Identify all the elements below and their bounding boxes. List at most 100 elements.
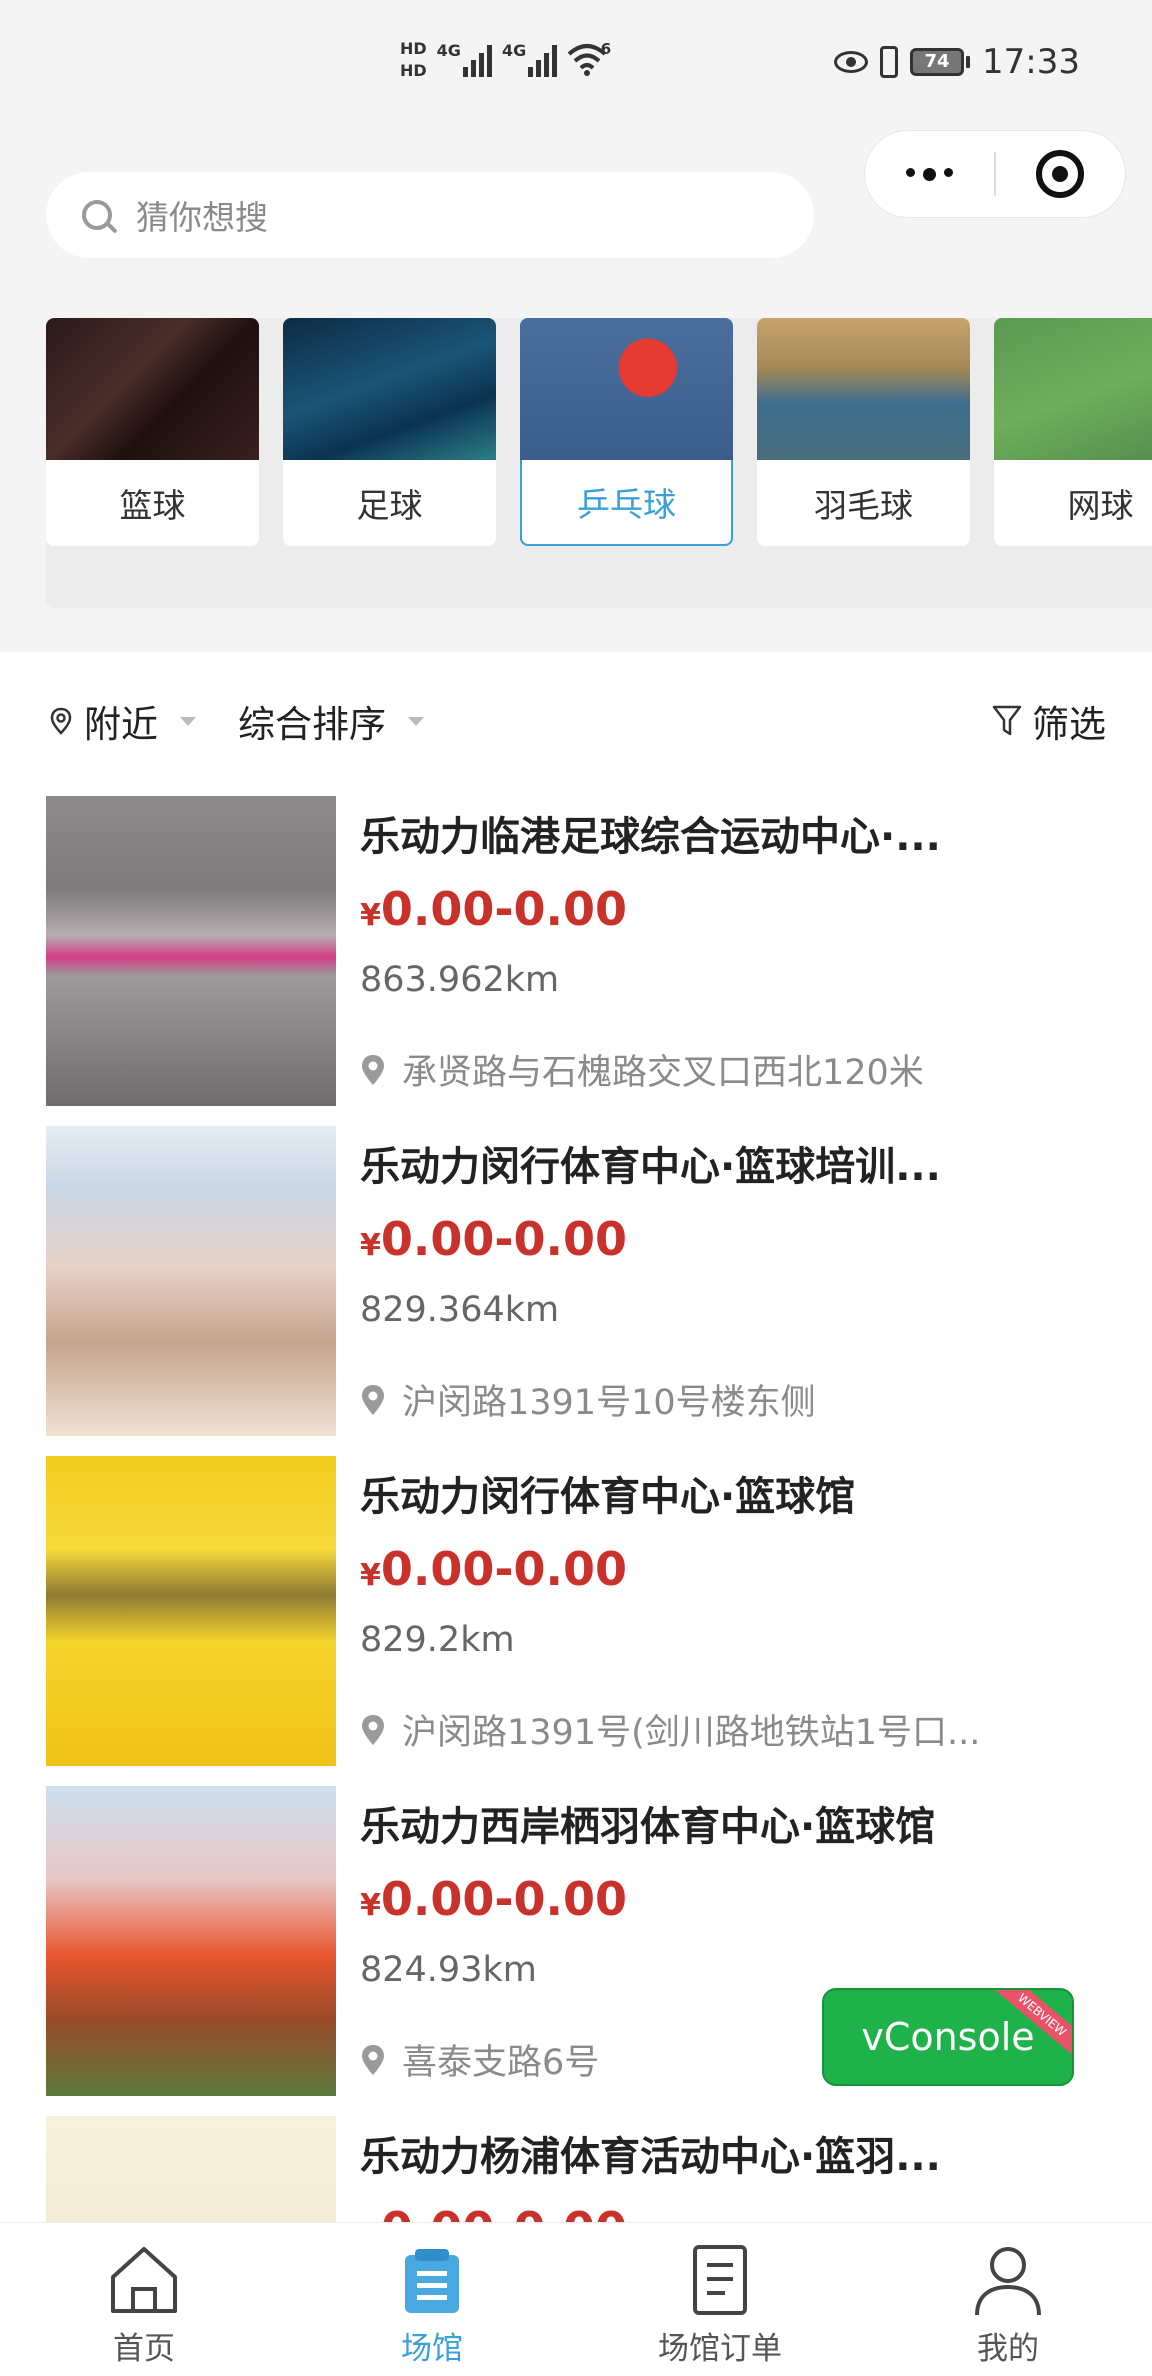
search-input[interactable]: 猜你想搜 xyxy=(46,172,814,258)
venue-thumbnail xyxy=(46,1786,336,2096)
venue-thumbnail xyxy=(46,796,336,1106)
category-badminton[interactable]: 羽毛球 xyxy=(757,318,970,546)
price-symbol: ¥ xyxy=(360,898,381,933)
venue-list-section: 附近 综合排序 筛选 乐动力临港足球综合运动中心·... ¥0.00-0.00 … xyxy=(0,652,1152,2222)
profile-icon xyxy=(975,2247,1041,2316)
venue-address-text: 承贤路与石槐路交叉口西北120米 xyxy=(402,1053,924,1093)
venue-icon xyxy=(405,2249,459,2313)
venue-distance: 824.93km xyxy=(360,1950,537,1990)
venue-title: 乐动力杨浦体育活动中心·篮羽... xyxy=(360,2134,941,2180)
filter-button[interactable]: 筛选 xyxy=(992,694,1106,748)
venue-address: 沪闵路1391号(剑川路地铁站1号口... xyxy=(360,1704,1080,1755)
price-symbol: ¥ xyxy=(360,1228,381,1263)
venue-address-text: 沪闵路1391号(剑川路地铁站1号口... xyxy=(402,1713,981,1753)
venue-title: 乐动力西岸栖羽体育中心·篮球馆 xyxy=(360,1804,936,1850)
sort-filter[interactable]: 综合排序 xyxy=(238,694,386,748)
category-image xyxy=(994,318,1152,460)
venue-price: ¥0.00-0.00 xyxy=(360,1872,627,1926)
price-value: 0.00-0.00 xyxy=(380,1212,627,1266)
price-value: 0.00-0.00 xyxy=(380,1872,627,1926)
venue-price: ¥0.00-0.00 xyxy=(360,2202,627,2222)
category-label: 乒乓球 xyxy=(520,460,733,546)
venue-title: 乐动力临港足球综合运动中心·... xyxy=(360,814,941,860)
category-pingpong[interactable]: 乒乓球 xyxy=(520,318,733,546)
location-marker-icon xyxy=(362,2044,384,2075)
category-label: 羽毛球 xyxy=(814,486,913,525)
venue-price: ¥0.00-0.00 xyxy=(360,882,627,936)
filter-bar: 附近 综合排序 筛选 xyxy=(0,652,1152,788)
battery-level: 74 xyxy=(910,48,965,76)
price-value: 0.00-0.00 xyxy=(381,2202,627,2222)
tab-label: 场馆订单 xyxy=(658,2331,782,2367)
category-strip[interactable]: 篮球 足球 乒乓球 羽毛球 网球 xyxy=(46,318,1152,608)
category-image xyxy=(520,318,733,460)
category-label: 足球 xyxy=(356,486,423,525)
venue-card[interactable]: 乐动力闵行体育中心·篮球培训... ¥0.00-0.00 829.364km 沪… xyxy=(46,1126,1106,1436)
wifi-icon: 6 xyxy=(567,40,612,78)
hd1-badge: HD xyxy=(400,39,427,58)
sim1-network-label: 4G xyxy=(436,41,461,60)
hd2-badge: HD xyxy=(400,61,427,80)
tab-venue[interactable]: 场馆 xyxy=(288,2223,576,2376)
home-icon xyxy=(111,2247,177,2313)
tab-label: 我的 xyxy=(977,2331,1039,2367)
category-label: 篮球 xyxy=(119,486,186,525)
tab-orders[interactable]: 场馆订单 xyxy=(576,2223,864,2376)
venue-address-text: 喜泰支路6号 xyxy=(402,2043,600,2083)
category-tennis[interactable]: 网球 xyxy=(994,318,1152,546)
venue-address: 沪闵路1391号10号楼东侧 xyxy=(360,1374,1080,1425)
category-basketball[interactable]: 篮球 xyxy=(46,318,259,546)
hd-badges: HD HD xyxy=(400,38,427,82)
eye-icon xyxy=(834,51,869,73)
tab-profile[interactable]: 我的 xyxy=(864,2223,1152,2376)
price-symbol: ¥ xyxy=(360,1558,381,1593)
category-image xyxy=(757,318,970,460)
venue-card[interactable]: 乐动力杨浦体育活动中心·篮羽... ¥0.00-0.00 xyxy=(46,2116,1106,2222)
more-options-icon[interactable] xyxy=(865,167,994,181)
price-value: 0.00-0.00 xyxy=(380,1542,627,1596)
venue-thumbnail xyxy=(46,1456,336,1766)
miniprogram-capsule xyxy=(864,130,1126,218)
venue-price: ¥0.00-0.00 xyxy=(360,1212,627,1266)
venue-title: 乐动力闵行体育中心·篮球馆 xyxy=(360,1474,856,1520)
right-status: 74 17:33 xyxy=(834,42,1080,82)
location-marker-icon xyxy=(362,1714,384,1745)
venue-address-text: 沪闵路1391号10号楼东侧 xyxy=(402,1383,816,1423)
tab-home[interactable]: 首页 xyxy=(0,2223,288,2376)
venue-card[interactable]: 乐动力临港足球综合运动中心·... ¥0.00-0.00 863.962km 承… xyxy=(46,796,1106,1106)
search-placeholder: 猜你想搜 xyxy=(136,198,268,237)
category-football[interactable]: 足球 xyxy=(283,318,496,546)
category-image xyxy=(46,318,259,460)
price-symbol: ¥ xyxy=(360,1888,381,1923)
category-image xyxy=(283,318,496,460)
sim2-signal-icon: 4G xyxy=(501,41,558,77)
venue-address: 承贤路与石槐路交叉口西北120米 xyxy=(360,1044,1080,1095)
order-icon xyxy=(693,2245,747,2315)
status-bar: HD HD 4G 4G 6 74 17:33 xyxy=(0,0,1152,130)
venue-price: ¥0.00-0.00 xyxy=(360,1542,627,1596)
category-label: 网球 xyxy=(1067,486,1134,525)
tab-label: 首页 xyxy=(113,2331,175,2367)
venue-distance: 829.2km xyxy=(360,1620,515,1660)
sim1-signal-icon: 4G xyxy=(437,43,492,77)
location-caret-icon xyxy=(180,716,196,726)
location-marker-icon xyxy=(362,1384,384,1415)
venue-thumbnail xyxy=(46,1126,336,1436)
wifi-label: 6 xyxy=(600,40,612,58)
price-value: 0.00-0.00 xyxy=(380,882,627,936)
location-filter[interactable]: 附近 xyxy=(84,694,158,748)
location-pin-icon xyxy=(50,707,72,735)
filter-label: 筛选 xyxy=(1032,703,1106,746)
venue-distance: 829.364km xyxy=(360,1290,560,1330)
close-button[interactable] xyxy=(996,150,1125,198)
search-icon xyxy=(82,200,112,230)
filter-left: 附近 综合排序 xyxy=(50,694,454,748)
vconsole-button[interactable]: vConsole WEBVIEW xyxy=(822,1988,1074,2086)
venue-card[interactable]: 乐动力闵行体育中心·篮球馆 ¥0.00-0.00 829.2km 沪闵路1391… xyxy=(46,1456,1106,1766)
clock: 17:33 xyxy=(982,42,1080,82)
sim2-network-label: 4G xyxy=(501,41,527,60)
location-marker-icon xyxy=(362,1054,384,1085)
funnel-icon xyxy=(992,705,1022,736)
sort-caret-icon xyxy=(408,716,424,726)
signal-group: HD HD 4G 4G 6 xyxy=(400,38,611,82)
